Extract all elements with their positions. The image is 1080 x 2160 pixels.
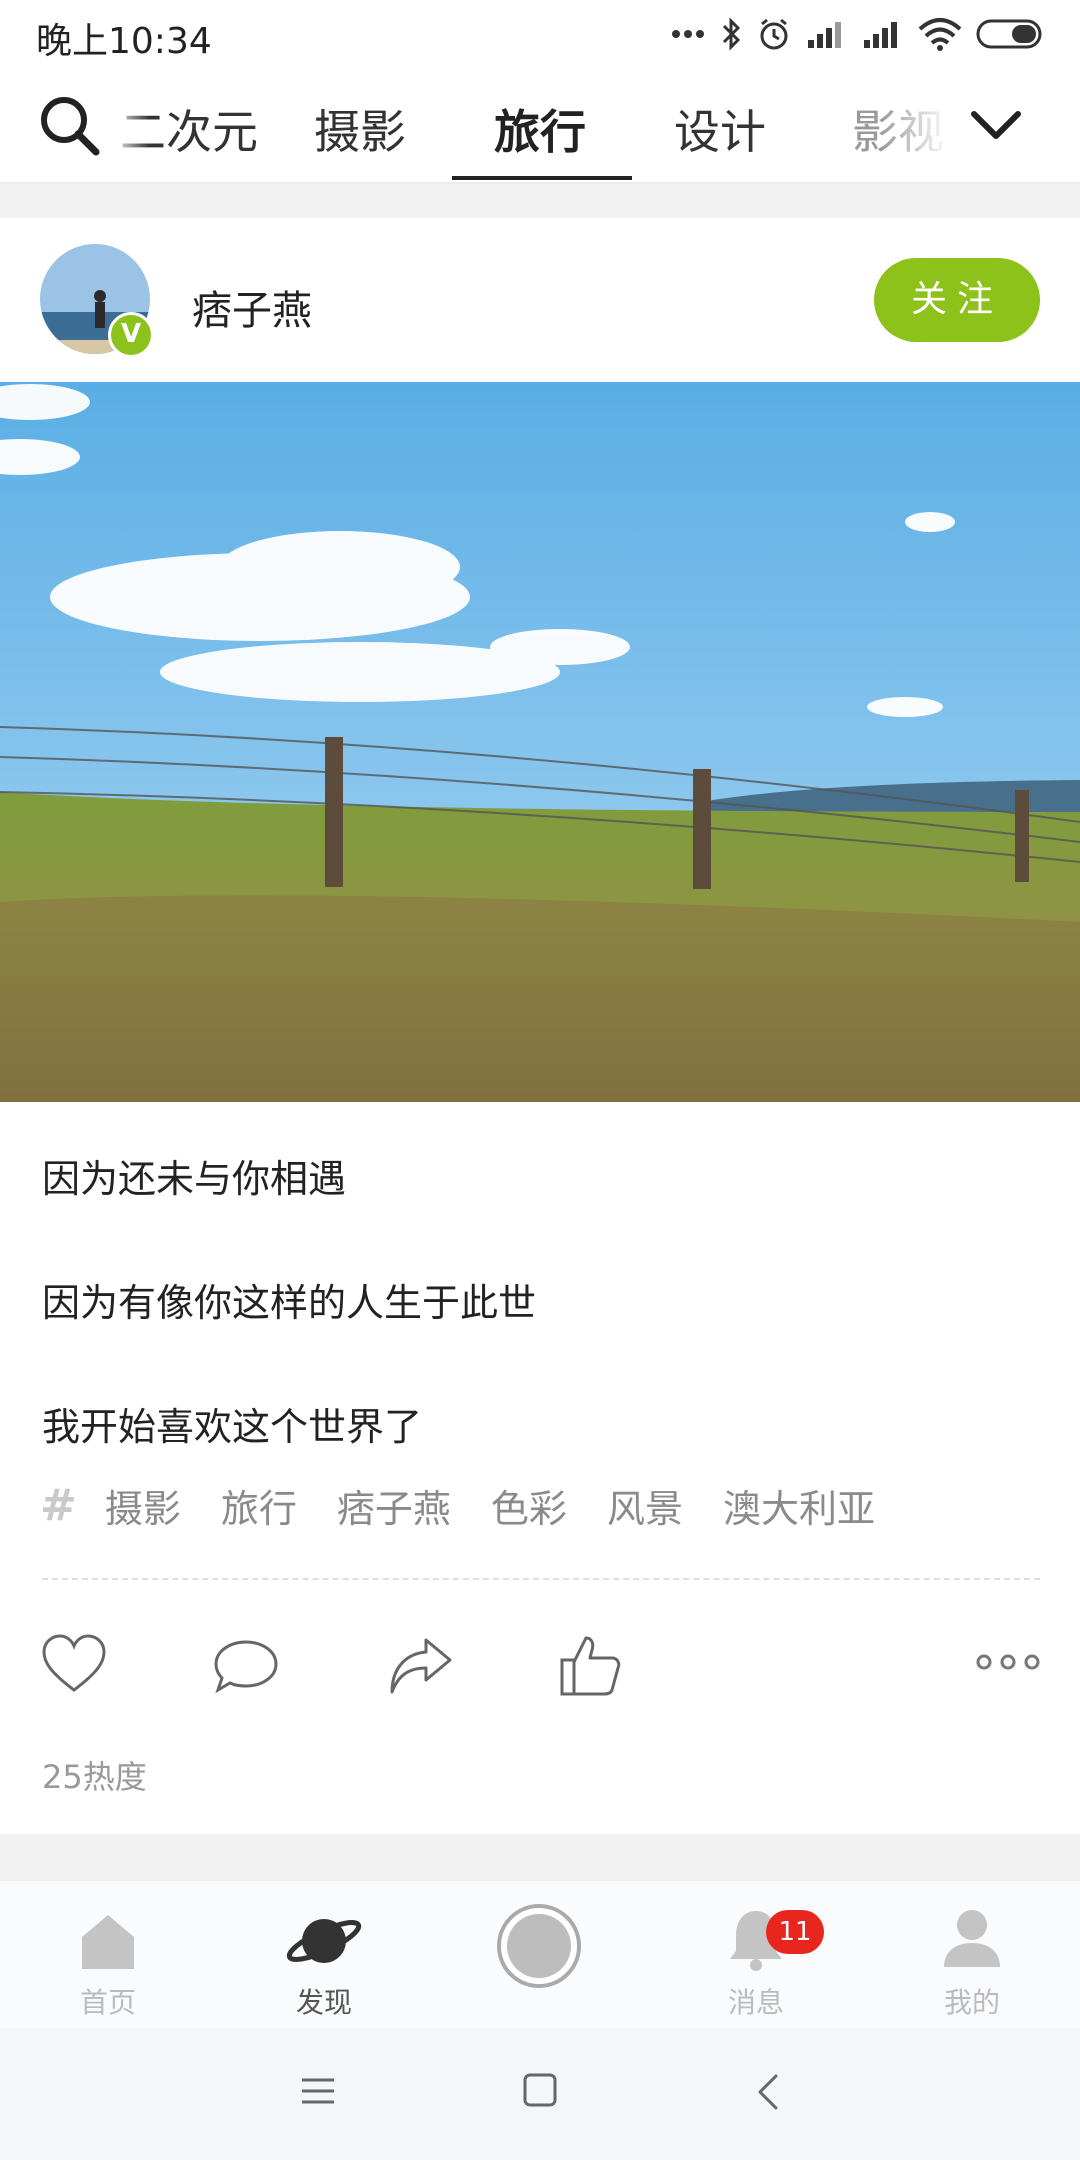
system-navigation-bar — [0, 2028, 1080, 2160]
tab-fade-left — [110, 80, 150, 170]
nav-home[interactable]: 首页 — [48, 1881, 168, 2029]
nav-publish[interactable] — [478, 1881, 598, 2029]
nav-messages[interactable]: 消息 — [696, 1881, 816, 2029]
menu-icon[interactable] — [300, 2074, 336, 2108]
post-text-line-2: 因为有像你这样的人生于此世 — [42, 1281, 537, 1325]
tab-photography[interactable]: 摄影 — [314, 96, 406, 162]
status-time: 晚上10:34 — [36, 21, 212, 62]
more-options-icon[interactable] — [976, 1652, 1040, 1672]
heat-count: 25热度 — [42, 1758, 147, 1796]
nav-label-messages: 消息 — [727, 1986, 784, 2019]
person-icon — [944, 1910, 1000, 1967]
comment-icon[interactable] — [212, 1632, 280, 1700]
home-icon — [82, 1915, 134, 1969]
dashed-divider — [42, 1578, 1040, 1580]
section-separator-bottom — [0, 1834, 1080, 1880]
thumbs-up-icon[interactable] — [556, 1632, 624, 1700]
nav-label-home: 首页 — [79, 1986, 136, 2019]
camera-center-icon — [497, 1904, 581, 1988]
tag-item[interactable]: 澳大利亚 — [723, 1478, 875, 1533]
heart-icon[interactable] — [40, 1632, 108, 1700]
back-icon[interactable] — [752, 2072, 782, 2112]
tag-item[interactable]: 痞子燕 — [337, 1478, 451, 1533]
bluetooth-icon — [722, 17, 741, 51]
more-dots-icon — [672, 30, 704, 38]
nav-discover[interactable]: 发现 — [264, 1881, 384, 2029]
post-text-line-3: 我开始喜欢这个世界了 — [42, 1405, 423, 1449]
message-count-badge: 11 — [766, 1910, 824, 1954]
hashtag-icon: # — [40, 1480, 77, 1531]
section-separator — [0, 184, 1080, 218]
status-icons — [670, 12, 1044, 56]
home-square-icon[interactable] — [522, 2072, 558, 2108]
bottom-navigation: 首页 发现 消息 我的 — [0, 1880, 1080, 2029]
verified-badge-icon: V — [108, 312, 154, 358]
tab-travel[interactable]: 旅行 — [494, 96, 586, 162]
battery-icon — [976, 19, 1042, 49]
search-icon[interactable] — [38, 94, 102, 158]
tags-row: # 摄影 旅行 痞子燕 色彩 风景 澳大利亚 — [40, 1478, 915, 1533]
tag-item[interactable]: 色彩 — [491, 1478, 567, 1533]
signal-icon-2 — [864, 22, 897, 48]
active-tab-underline — [452, 176, 632, 180]
tag-item[interactable]: 摄影 — [105, 1478, 181, 1533]
follow-button[interactable]: 关注 — [874, 258, 1040, 342]
signal-icon-1 — [808, 22, 841, 48]
wifi-icon — [918, 18, 962, 51]
tag-item[interactable]: 旅行 — [221, 1478, 297, 1533]
tag-item[interactable]: 风景 — [607, 1478, 683, 1533]
share-icon[interactable] — [386, 1632, 454, 1700]
post-text-line-1: 因为还未与你相遇 — [42, 1157, 347, 1201]
chevron-down-icon[interactable] — [970, 108, 1022, 144]
nav-label-profile: 我的 — [943, 1986, 1000, 2019]
nav-label-discover: 发现 — [295, 1986, 352, 2019]
planet-icon — [286, 1919, 362, 1963]
author-name[interactable]: 痞子燕 — [192, 278, 312, 336]
nav-profile[interactable]: 我的 — [912, 1881, 1032, 2029]
alarm-icon — [760, 18, 788, 50]
status-bar: 晚上10:34 — [0, 0, 1080, 68]
tab-fade-right — [880, 80, 950, 170]
tab-design[interactable]: 设计 — [674, 96, 766, 162]
post-photo[interactable] — [0, 382, 1080, 1102]
